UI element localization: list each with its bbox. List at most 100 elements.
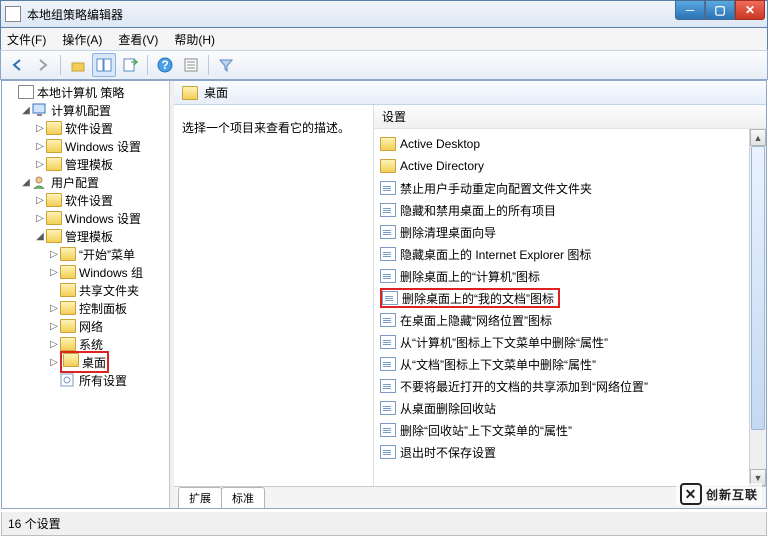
filter-button[interactable] — [214, 53, 238, 77]
setting-icon — [380, 181, 396, 195]
settings-item-label: 隐藏和禁用桌面上的所有项目 — [400, 202, 556, 219]
settings-item-label: 退出时不保存设置 — [400, 444, 496, 461]
tree-label: 系统 — [79, 336, 103, 353]
menu-view[interactable]: 查看(V) — [118, 31, 158, 48]
titlebar: 本地组策略编辑器 ─ ▢ ✕ — [0, 0, 768, 28]
status-text: 16 个设置 — [8, 515, 61, 532]
close-button[interactable]: ✕ — [735, 0, 765, 20]
help-button[interactable]: ? — [153, 53, 177, 77]
settings-list[interactable]: Active DesktopActive Directory禁止用户手动重定向配… — [374, 129, 749, 486]
tree-item[interactable]: ▷ 软件设置 — [4, 191, 169, 209]
collapse-icon[interactable]: ◢ — [20, 105, 32, 116]
properties-button[interactable] — [179, 53, 203, 77]
menu-file[interactable]: 文件(F) — [7, 31, 46, 48]
tree-item[interactable]: ▷ 网络 — [4, 317, 169, 335]
folder-icon — [46, 139, 62, 153]
watermark-text: 创新互联 — [706, 486, 758, 503]
folder-icon — [63, 353, 79, 367]
up-button[interactable] — [66, 53, 90, 77]
setting-icon — [380, 401, 396, 415]
vertical-scrollbar[interactable]: ▲ ▼ — [749, 129, 766, 486]
tree-item-desktop[interactable]: ▷桌面 — [4, 353, 169, 371]
settings-item[interactable]: 退出时不保存设置 — [374, 441, 749, 463]
settings-item[interactable]: 不要将最近打开的文档的共享添加到“网络位置” — [374, 375, 749, 397]
setting-icon — [380, 423, 396, 437]
tree-label: 所有设置 — [79, 372, 127, 389]
expand-icon[interactable]: ▷ — [34, 159, 46, 170]
tree-user-config[interactable]: ◢用户配置 — [4, 173, 169, 191]
export-button[interactable] — [118, 53, 142, 77]
expand-icon[interactable]: ▷ — [48, 321, 60, 332]
tree-panel[interactable]: 本地计算机 策略 ◢计算机配置 ▷软件设置 ▷Windows 设置 ▷管理模板 … — [2, 81, 170, 508]
expand-icon[interactable]: ▷ — [48, 303, 60, 314]
settings-item[interactable]: 从“文档”图标上下文菜单中删除“属性” — [374, 353, 749, 375]
show-hide-tree-button[interactable] — [92, 53, 116, 77]
tree-item[interactable]: 所有设置 — [4, 371, 169, 389]
settings-item[interactable]: 删除桌面上的“我的文档”图标 — [374, 287, 749, 309]
setting-icon — [380, 357, 396, 371]
tree-label: 网络 — [79, 318, 103, 335]
tree-item[interactable]: ▷Windows 组 — [4, 263, 169, 281]
tree-label: 软件设置 — [65, 192, 113, 209]
tree-label: 计算机配置 — [51, 102, 111, 119]
settings-item-label: 删除桌面上的“计算机”图标 — [400, 268, 540, 285]
scroll-up-button[interactable]: ▲ — [750, 129, 766, 146]
settings-item-label: 在桌面上隐藏“网络位置”图标 — [400, 312, 552, 329]
collapse-icon[interactable]: ◢ — [34, 231, 46, 242]
tree-root[interactable]: 本地计算机 策略 — [4, 83, 169, 101]
menubar: 文件(F) 操作(A) 查看(V) 帮助(H) — [0, 28, 768, 50]
settings-item[interactable]: 隐藏桌面上的 Internet Explorer 图标 — [374, 243, 749, 265]
settings-item[interactable]: 删除清理桌面向导 — [374, 221, 749, 243]
expand-icon[interactable]: ▷ — [34, 213, 46, 224]
tree-item[interactable]: ◢ 管理模板 — [4, 227, 169, 245]
tree-label: 管理模板 — [65, 228, 113, 245]
folder-icon — [380, 159, 396, 173]
settings-item[interactable]: Active Directory — [374, 155, 749, 177]
scroll-thumb[interactable] — [751, 146, 765, 430]
settings-item-label: 从桌面删除回收站 — [400, 400, 496, 417]
tree-item[interactable]: ▷控制面板 — [4, 299, 169, 317]
settings-item[interactable]: 隐藏和禁用桌面上的所有项目 — [374, 199, 749, 221]
tree-label: 本地计算机 策略 — [37, 84, 124, 101]
menu-help[interactable]: 帮助(H) — [174, 31, 215, 48]
settings-item[interactable]: 禁止用户手动重定向配置文件文件夹 — [374, 177, 749, 199]
expand-icon[interactable]: ▷ — [34, 141, 46, 152]
forward-button[interactable] — [31, 53, 55, 77]
folder-icon — [182, 86, 198, 100]
settings-item[interactable]: 删除桌面上的“计算机”图标 — [374, 265, 749, 287]
minimize-button[interactable]: ─ — [675, 0, 705, 20]
tab-extended[interactable]: 扩展 — [178, 487, 222, 508]
collapse-icon[interactable]: ◢ — [20, 177, 32, 188]
expand-icon[interactable]: ▷ — [48, 339, 60, 350]
expand-icon[interactable]: ▷ — [34, 195, 46, 206]
toolbar-separator — [147, 55, 148, 75]
maximize-button[interactable]: ▢ — [705, 0, 735, 20]
folder-icon — [60, 319, 76, 333]
tree-item[interactable]: ▷Windows 设置 — [4, 209, 169, 227]
settings-item[interactable]: 从桌面删除回收站 — [374, 397, 749, 419]
settings-item[interactable]: 从“计算机”图标上下文菜单中删除“属性” — [374, 331, 749, 353]
settings-item[interactable]: Active Desktop — [374, 133, 749, 155]
settings-item-label: 隐藏桌面上的 Internet Explorer 图标 — [400, 246, 591, 263]
tree-item[interactable]: ▷软件设置 — [4, 119, 169, 137]
tree-item[interactable]: ▷Windows 设置 — [4, 137, 169, 155]
tree-item[interactable]: ▷“开始”菜单 — [4, 245, 169, 263]
back-button[interactable] — [5, 53, 29, 77]
expand-icon[interactable]: ▷ — [48, 267, 60, 278]
settings-item[interactable]: 删除“回收站”上下文菜单的“属性” — [374, 419, 749, 441]
scroll-track[interactable] — [750, 146, 766, 469]
list-column: 设置 Active DesktopActive Directory禁止用户手动重… — [374, 105, 766, 486]
main-header: 桌面 — [174, 81, 766, 105]
list-column-header[interactable]: 设置 — [374, 105, 766, 129]
folder-icon — [46, 211, 62, 225]
settings-item[interactable]: 在桌面上隐藏“网络位置”图标 — [374, 309, 749, 331]
main-title: 桌面 — [204, 84, 228, 101]
expand-icon[interactable]: ▷ — [34, 123, 46, 134]
expand-icon[interactable]: ▷ — [48, 249, 60, 260]
tab-standard[interactable]: 标准 — [221, 487, 265, 508]
menu-action[interactable]: 操作(A) — [62, 31, 102, 48]
tree-computer-config[interactable]: ◢ 计算机配置 — [4, 101, 169, 119]
expand-icon[interactable]: ▷ — [48, 357, 60, 368]
tree-item[interactable]: 共享文件夹 — [4, 281, 169, 299]
tree-item[interactable]: ▷管理模板 — [4, 155, 169, 173]
